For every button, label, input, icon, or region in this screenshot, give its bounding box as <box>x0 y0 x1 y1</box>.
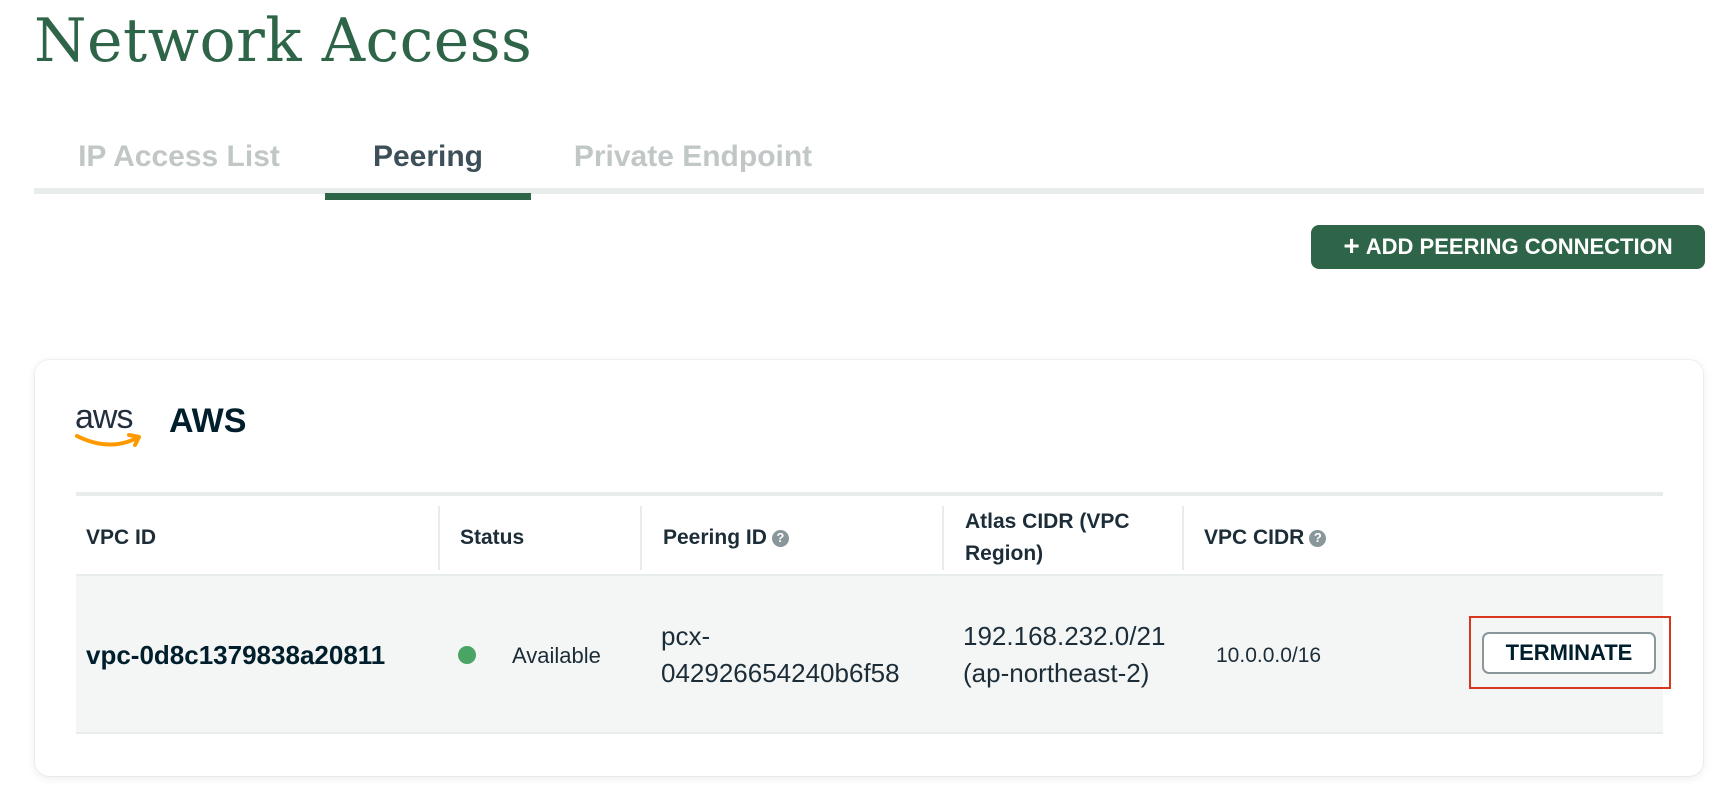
table-header: VPC ID Status Peering ID ? Atlas CIDR (V… <box>76 496 1663 576</box>
add-peering-connection-label: ADD PEERING CONNECTION <box>1365 234 1673 259</box>
tab-private-endpoint[interactable]: Private Endpoint <box>533 128 853 194</box>
peering-id-cell: pcx-042926654240b6f58 <box>661 621 900 688</box>
tab-peering[interactable]: Peering <box>325 128 531 200</box>
aws-smile-icon <box>75 433 141 447</box>
status-cell: Available <box>458 576 601 734</box>
column-header-status: Status <box>438 506 640 570</box>
column-header-peering-id: Peering ID ? <box>640 506 942 570</box>
vpc-id-cell: vpc-0d8c1379838a20811 <box>86 639 386 670</box>
peering-table: VPC ID Status Peering ID ? Atlas CIDR (V… <box>76 492 1671 734</box>
column-header-label: Atlas CIDR (VPC Region) <box>965 510 1130 565</box>
add-peering-connection-button[interactable]: + ADD PEERING CONNECTION <box>1311 225 1705 269</box>
question-circle-icon[interactable]: ? <box>1309 529 1327 547</box>
column-header-label: Peering ID <box>663 526 767 549</box>
table-row: vpc-0d8c1379838a20811 Available pcx-0429… <box>76 576 1671 734</box>
atlas-cidr-cell: 192.168.232.0/21 (ap-northeast-2) <box>963 621 1166 688</box>
status-dot-icon <box>458 646 476 664</box>
terminate-highlight: TERMINATE <box>1469 616 1671 689</box>
column-header-vpc-cidr: VPC CIDR ? <box>1182 506 1663 570</box>
column-header-label: VPC ID <box>86 526 157 549</box>
plus-icon: + <box>1343 230 1360 261</box>
aws-logo-icon: aws <box>75 398 147 452</box>
page-title: Network Access <box>34 6 533 76</box>
tab-bar: IP Access List Peering Private Endpoint <box>34 128 1704 200</box>
provider-name: AWS <box>169 402 247 440</box>
question-circle-icon[interactable]: ? <box>771 529 789 547</box>
column-header-label: Status <box>460 526 525 549</box>
tab-ip-access-list[interactable]: IP Access List <box>34 128 324 194</box>
status-text: Available <box>512 642 601 668</box>
column-header-label: VPC CIDR <box>1204 526 1305 549</box>
aws-peering-card: aws AWS VPC ID Status Peering ID ? Atlas… <box>35 360 1703 776</box>
terminate-button[interactable]: TERMINATE <box>1482 632 1656 674</box>
vpc-cidr-cell: 10.0.0.0/16 <box>1216 643 1322 667</box>
network-access-page: Network Access IP Access List Peering Pr… <box>0 0 1732 796</box>
column-header-atlas-cidr: Atlas CIDR (VPC Region) <box>942 506 1182 570</box>
column-header-vpc-id: VPC ID <box>76 506 438 570</box>
